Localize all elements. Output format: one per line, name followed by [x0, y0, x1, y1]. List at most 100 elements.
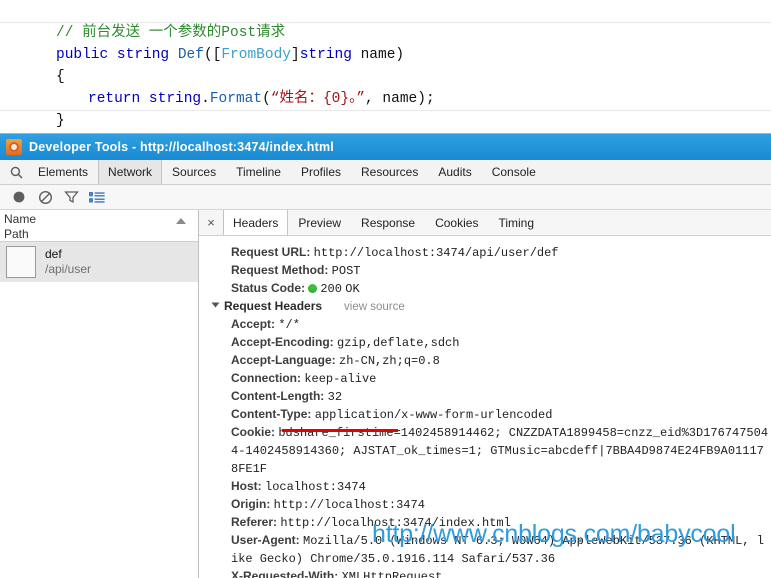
- column-header-path: Path: [4, 227, 29, 241]
- requests-column-header[interactable]: Name Path: [0, 210, 198, 242]
- devtools-titlebar[interactable]: Developer Tools - http://localhost:3474/…: [0, 134, 771, 160]
- header-key: Connection:: [231, 371, 305, 385]
- header-value: http://localhost:3474/api/user/def: [313, 246, 559, 260]
- header-key: Content-Length:: [231, 389, 328, 403]
- header-key: Request URL:: [231, 245, 314, 259]
- header-value: POST: [331, 264, 361, 278]
- header-key: Content-Type:: [231, 407, 315, 421]
- code-line: return string.Format(“姓名：{0}。”, name);: [0, 88, 771, 110]
- header-value: application/x-www-form-urlencoded: [314, 408, 553, 422]
- detail-tab-cookies[interactable]: Cookies: [425, 210, 488, 235]
- code-token: string: [299, 47, 352, 63]
- request-type-icon: [6, 246, 36, 278]
- view-source-link[interactable]: view source: [344, 299, 405, 316]
- code-token: name): [351, 47, 405, 63]
- status-ok-dot-icon: [308, 284, 318, 293]
- close-icon[interactable]: ×: [199, 210, 223, 235]
- code-token: ]: [290, 47, 300, 63]
- code-token: }: [56, 113, 65, 129]
- header-value: */*: [278, 318, 300, 332]
- status-code-value: 200: [320, 282, 342, 296]
- header-key: Request Method:: [231, 263, 332, 277]
- header-key: Accept:: [231, 317, 279, 331]
- header-value: zh-CN,zh;q=0.8: [339, 354, 440, 368]
- header-key: Cookie:: [231, 425, 279, 439]
- request-name: def: [45, 247, 62, 261]
- code-token: .: [201, 91, 210, 107]
- code-token: // 前台发送 一个参数的Post请求: [56, 25, 286, 41]
- request-header-line: Content-Type: application/x-www-form-url…: [213, 406, 771, 424]
- header-value: gzip,deflate,sdch: [337, 336, 460, 350]
- code-line: // 前台发送 一个参数的Post请求: [0, 22, 771, 44]
- code-token: string: [148, 91, 202, 107]
- code-token: string: [116, 47, 170, 63]
- devtools-title: Developer Tools - http://localhost:3474/…: [29, 140, 334, 154]
- code-line: {: [0, 66, 771, 88]
- tab-profiles[interactable]: Profiles: [291, 160, 351, 184]
- general-header-line: Request Method: POST: [213, 262, 771, 280]
- detail-tab-response[interactable]: Response: [351, 210, 425, 235]
- header-key: Accept-Encoding:: [231, 335, 338, 349]
- header-key: Referer:: [231, 515, 281, 529]
- status-code-line: Status Code: 200 OK: [213, 280, 771, 298]
- chrome-devtools-icon: [6, 139, 22, 155]
- column-header-name: Name: [4, 212, 37, 226]
- search-icon[interactable]: [4, 160, 28, 184]
- requests-rows: def/api/user: [0, 242, 198, 282]
- header-key: Accept-Language:: [231, 353, 340, 367]
- detail-tab-preview[interactable]: Preview: [288, 210, 351, 235]
- code-token: {: [56, 69, 65, 85]
- request-row[interactable]: def/api/user: [0, 242, 198, 282]
- tab-console[interactable]: Console: [482, 160, 546, 184]
- tab-audits[interactable]: Audits: [428, 160, 481, 184]
- header-value: http://localhost:3474: [273, 498, 425, 512]
- request-headers-section[interactable]: Request Headers view source: [211, 298, 771, 316]
- tab-sources[interactable]: Sources: [162, 160, 226, 184]
- header-value: bdshare_firstime=1402458914462; CNZZDATA…: [231, 426, 769, 476]
- network-toolbar: [0, 185, 771, 210]
- filter-icon[interactable]: [58, 186, 84, 208]
- code-editor[interactable]: // 前台发送 一个参数的Post请求 public string Def([Fr…: [0, 0, 771, 133]
- code-token: public: [56, 47, 109, 63]
- tab-resources[interactable]: Resources: [351, 160, 428, 184]
- request-header-line: Cookie: bdshare_firstime=1402458914462; …: [213, 424, 771, 478]
- large-rows-icon[interactable]: [84, 186, 110, 208]
- code-token: Format: [209, 91, 263, 107]
- request-header-line: Accept-Language: zh-CN,zh;q=0.8: [213, 352, 771, 370]
- sort-ascending-arrow-icon[interactable]: [176, 218, 186, 224]
- detail-tab-headers[interactable]: Headers: [223, 210, 289, 235]
- tab-elements[interactable]: Elements: [28, 160, 98, 184]
- code-text: // 前台发送 一个参数的Post请求 public string Def([Fr…: [0, 22, 771, 132]
- requests-list-pane: Name Path def/api/user: [0, 210, 199, 578]
- section-title: Request Headers: [224, 299, 323, 313]
- code-line: }: [0, 110, 771, 132]
- record-button-icon[interactable]: [6, 186, 32, 208]
- code-token: (: [262, 91, 271, 107]
- devtools-window: Developer Tools - http://localhost:3474/…: [0, 133, 771, 578]
- header-key: User-Agent:: [231, 533, 304, 547]
- header-value: keep-alive: [304, 372, 377, 386]
- tab-network[interactable]: Network: [98, 160, 163, 184]
- request-header-line: Accept: */*: [213, 316, 771, 334]
- code-token: , name);: [365, 91, 435, 107]
- request-header-line: Accept-Encoding: gzip,deflate,sdch: [213, 334, 771, 352]
- detail-tab-timing[interactable]: Timing: [488, 210, 544, 235]
- request-header-line: Origin: http://localhost:3474: [213, 496, 771, 514]
- clear-icon[interactable]: [32, 186, 58, 208]
- code-token: Def: [177, 47, 204, 63]
- disclosure-triangle-icon[interactable]: [211, 302, 220, 308]
- code-token: “姓名：{0}。”: [270, 91, 366, 107]
- header-value: 32: [327, 390, 343, 404]
- header-value: localhost:3474: [265, 480, 366, 494]
- request-header-line: Content-Length: 32: [213, 388, 771, 406]
- request-header-line: Host: localhost:3474: [213, 478, 771, 496]
- tab-timeline[interactable]: Timeline: [226, 160, 291, 184]
- code-line: public string Def([FromBody]string name): [0, 44, 771, 66]
- watermark: http://www.cnblogs.com/babycool: [372, 520, 736, 548]
- code-token: FromBody: [221, 47, 291, 63]
- code-token: return: [88, 91, 141, 107]
- request-header-line: Connection: keep-alive: [213, 370, 771, 388]
- detail-tabbar: × Headers Preview Response Cookies Timing: [199, 210, 771, 236]
